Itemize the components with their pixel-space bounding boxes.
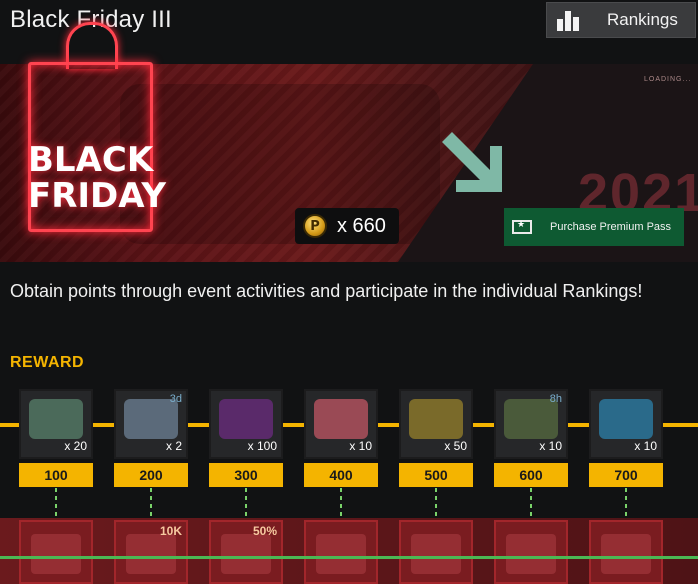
reward-slot[interactable]: x 10	[304, 389, 378, 459]
premium-reward-slot[interactable]: 10K	[114, 520, 188, 584]
reward-score-threshold: 300	[209, 463, 283, 487]
points-display: P x 660	[295, 208, 399, 244]
reward-heading: REWARD	[10, 354, 85, 371]
premium-reward-item-icon	[411, 534, 461, 574]
reward-connector	[530, 488, 532, 518]
reward-slot[interactable]: x 20	[19, 389, 93, 459]
event-description: Obtain points through event activities a…	[10, 281, 643, 301]
reward-quantity: x 20	[64, 439, 87, 453]
reward-quantity: x 50	[444, 439, 467, 453]
reward-slot[interactable]: x 2 3d	[114, 389, 188, 459]
reward-quantity: x 100	[247, 439, 277, 453]
reward-connector	[245, 488, 247, 518]
ticket-icon	[512, 219, 532, 234]
rankings-label: Rankings	[607, 10, 678, 29]
reward-score-threshold: 100	[19, 463, 93, 487]
reward-item-icon	[504, 399, 558, 439]
reward-quantity: x 10	[539, 439, 562, 453]
reward-item-icon	[29, 399, 83, 439]
reward-item-icon	[124, 399, 178, 439]
reward-duration-tag: 3d	[169, 393, 182, 405]
premium-reward-tag: 50%	[252, 524, 277, 538]
premium-reward-item-icon	[221, 534, 271, 574]
premium-reward-item-icon	[316, 534, 366, 574]
premium-reward-item-icon	[126, 534, 176, 574]
coin-icon: P	[303, 214, 327, 238]
reward-score-threshold: 500	[399, 463, 473, 487]
reward-item-icon	[599, 399, 653, 439]
premium-reward-tag: 10K	[159, 524, 182, 538]
premium-reward-slot[interactable]	[494, 520, 568, 584]
reward-connector	[55, 488, 57, 518]
reward-score-threshold: 700	[589, 463, 663, 487]
bag-text: BLACK FRIDAY	[28, 140, 166, 216]
premium-pass-label: Purchase Premium Pass	[550, 221, 672, 233]
reward-item-icon	[409, 399, 463, 439]
reward-item-icon	[219, 399, 273, 439]
premium-reward-slot[interactable]	[304, 520, 378, 584]
purchase-premium-pass-button[interactable]: Purchase Premium Pass	[504, 208, 684, 246]
premium-reward-item-icon	[31, 534, 81, 574]
reward-score-threshold: 400	[304, 463, 378, 487]
reward-score-threshold: 600	[494, 463, 568, 487]
premium-reward-item-icon	[506, 534, 556, 574]
reward-slot[interactable]: x 10 8h	[494, 389, 568, 459]
premium-reward-slot[interactable]	[399, 520, 473, 584]
points-value: x 660	[337, 214, 386, 237]
reward-quantity: x 2	[165, 439, 182, 453]
reward-duration-tag: 8h	[549, 393, 562, 405]
reward-connector	[435, 488, 437, 518]
reward-connector	[340, 488, 342, 518]
premium-reward-slot[interactable]	[19, 520, 93, 584]
reward-connector	[150, 488, 152, 518]
premium-reward-slot[interactable]: 50%	[209, 520, 283, 584]
reward-score-threshold: 200	[114, 463, 188, 487]
reward-slot[interactable]: x 100	[209, 389, 283, 459]
arrow-down-right-icon	[442, 132, 502, 192]
reward-quantity: x 10	[634, 439, 657, 453]
reward-item-icon	[314, 399, 368, 439]
premium-progress-line	[0, 556, 698, 559]
premium-reward-item-icon	[601, 534, 651, 574]
reward-slot[interactable]: x 10	[589, 389, 663, 459]
premium-reward-slot[interactable]	[589, 520, 663, 584]
reward-connector	[625, 488, 627, 518]
reward-quantity: x 10	[349, 439, 372, 453]
rankings-icon	[557, 9, 583, 31]
reward-slot[interactable]: x 50	[399, 389, 473, 459]
rankings-button[interactable]: Rankings	[546, 2, 696, 38]
loading-text: LOADING...	[644, 76, 692, 83]
